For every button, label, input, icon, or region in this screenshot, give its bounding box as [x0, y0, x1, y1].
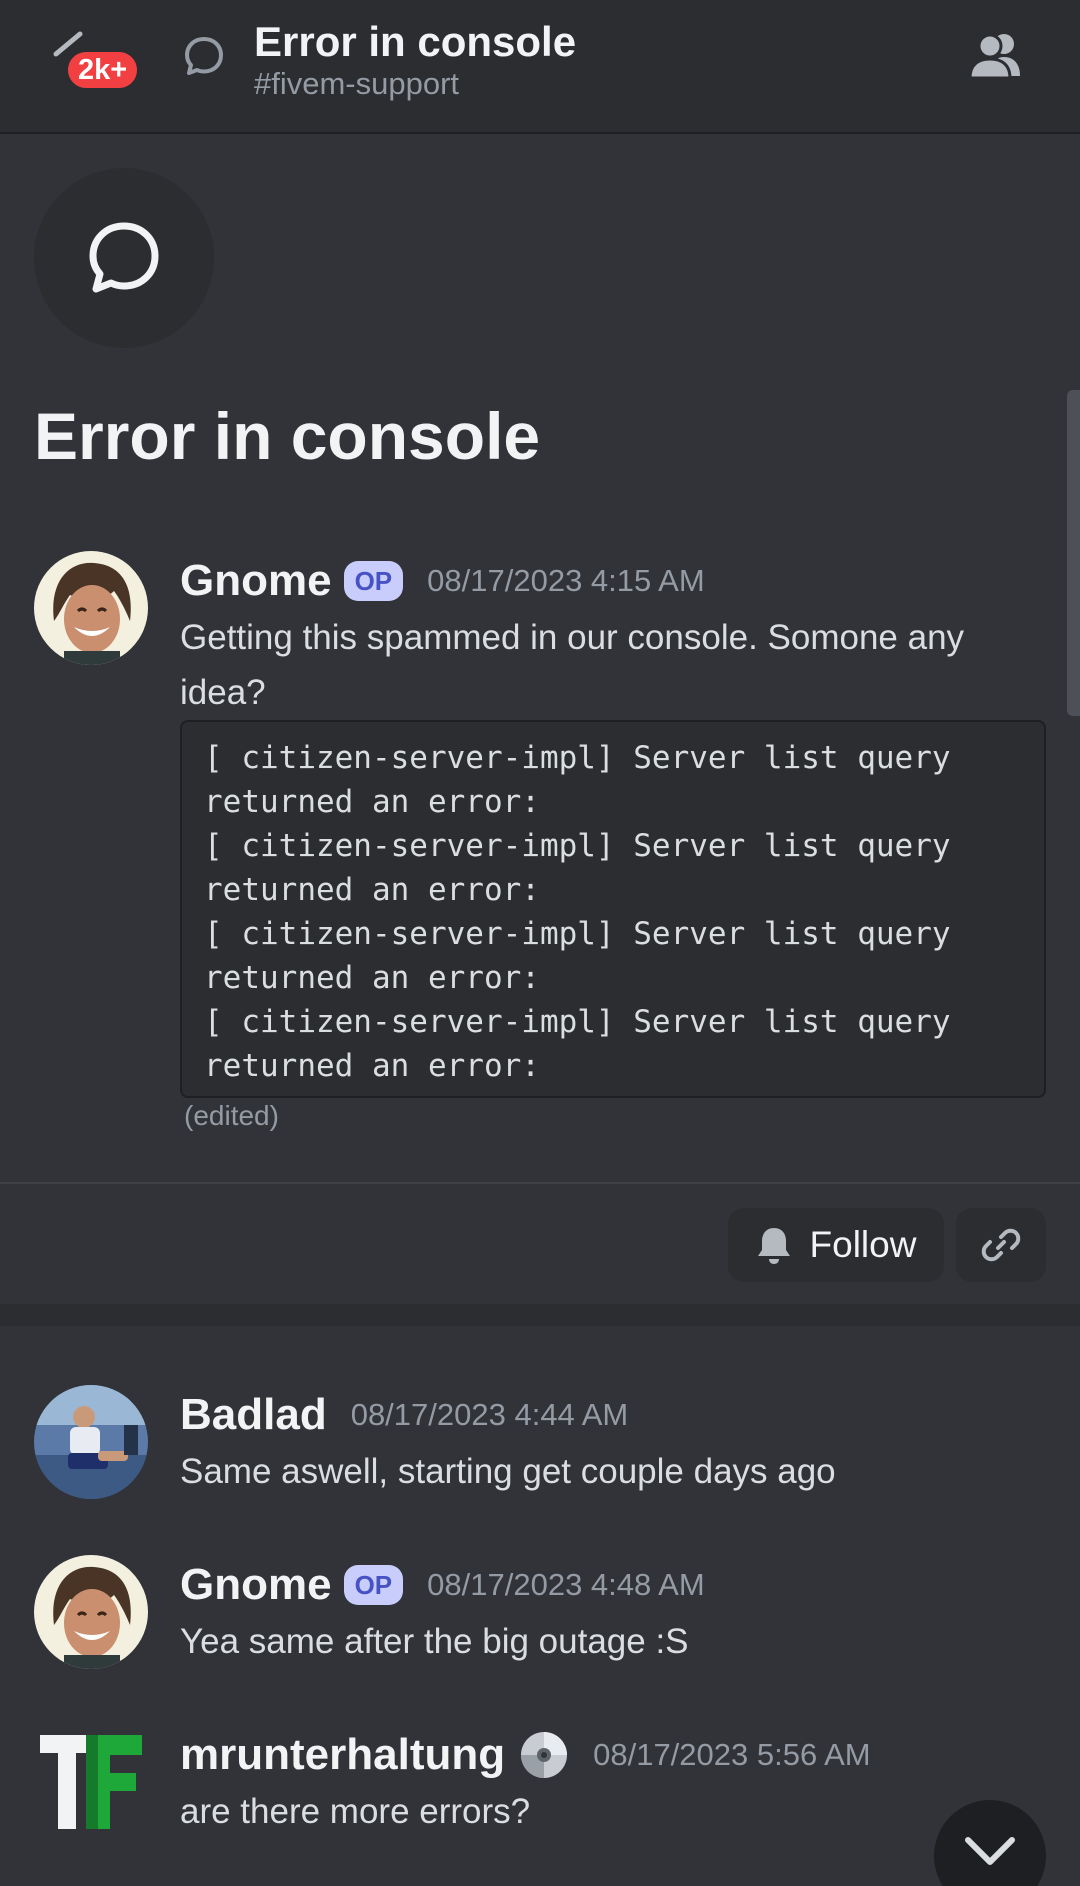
- divider: [0, 1182, 1080, 1184]
- notification-badge[interactable]: 2k+: [64, 48, 142, 92]
- avatar[interactable]: [34, 1555, 148, 1669]
- thread-avatar: [34, 168, 214, 348]
- username[interactable]: Gnome: [180, 1560, 332, 1610]
- message-text: Yea same after the big outage :S: [180, 1622, 689, 1661]
- avatar[interactable]: [34, 551, 148, 665]
- username[interactable]: mrunterhaltung: [180, 1730, 505, 1780]
- message-text: are there more errors?: [180, 1792, 531, 1831]
- message-text-line: idea?: [180, 673, 266, 712]
- follow-label: Follow: [809, 1224, 917, 1265]
- username[interactable]: Gnome: [180, 556, 332, 606]
- app-header: 2k+ Error in console #fivem-support: [0, 0, 1080, 134]
- thread-icon: [89, 222, 159, 293]
- timestamp: 08/17/2023 4:44 AM: [350, 1397, 629, 1432]
- message-header: mrunterhaltung 08/17/2023 5:56 AM: [180, 1730, 871, 1780]
- message-header: Gnome OP 08/17/2023 4:15 AM: [180, 556, 705, 606]
- avatar[interactable]: [34, 1725, 148, 1839]
- op-tag: OP: [343, 561, 404, 601]
- edited-label: (edited): [184, 1100, 279, 1131]
- thread-view: 2k+ Error in console #fivem-support Erro…: [0, 0, 1080, 1886]
- channel-name[interactable]: #fivem-support: [254, 66, 459, 102]
- disc-icon: [521, 1732, 568, 1778]
- header-title: Error in console: [254, 18, 577, 65]
- avatar[interactable]: [34, 1385, 148, 1499]
- chevron-down-icon: [965, 1837, 1015, 1865]
- message-text: Getting this spammed in our console. Som…: [180, 610, 964, 720]
- timestamp: 08/17/2023 4:48 AM: [427, 1567, 705, 1602]
- code-block: [ citizen-server-impl] Server list query…: [180, 720, 1046, 1098]
- username[interactable]: Badlad: [180, 1390, 327, 1440]
- message-header: Gnome OP 08/17/2023 4:48 AM: [180, 1560, 705, 1610]
- follow-button[interactable]: Follow: [728, 1208, 944, 1282]
- timestamp: 08/17/2023 5:56 AM: [593, 1737, 871, 1772]
- op-tag: OP: [343, 1565, 404, 1605]
- link-icon: [981, 1228, 1021, 1262]
- members-icon[interactable]: [964, 30, 1026, 80]
- timestamp: 08/17/2023 4:15 AM: [427, 563, 705, 598]
- jump-to-bottom-button[interactable]: [934, 1800, 1046, 1886]
- message-header: Badlad 08/17/2023 4:44 AM: [180, 1390, 628, 1440]
- copy-link-button[interactable]: [956, 1208, 1046, 1282]
- section-separator: [0, 1304, 1080, 1326]
- thread-icon: [185, 37, 223, 75]
- thread-title: Error in console: [34, 399, 541, 473]
- scrollbar[interactable]: [1067, 390, 1080, 716]
- message-text: Same aswell, starting get couple days ag…: [180, 1452, 836, 1491]
- message-text-line: Getting this spammed in our console. Som…: [180, 618, 965, 657]
- bell-icon: [757, 1228, 790, 1264]
